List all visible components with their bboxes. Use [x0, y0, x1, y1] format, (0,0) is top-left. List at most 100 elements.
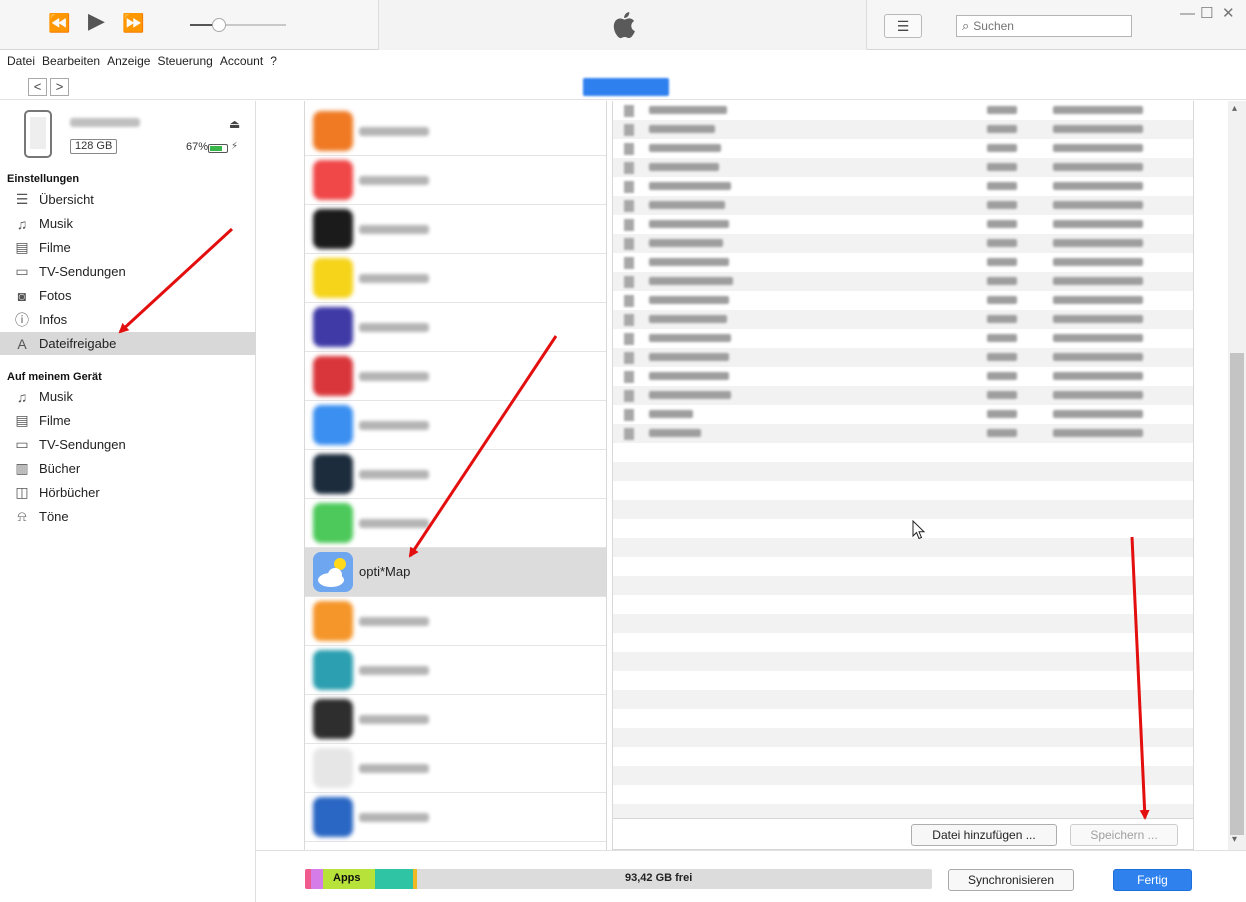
- menu-help[interactable]: ?: [270, 54, 277, 68]
- app-row[interactable]: [305, 646, 606, 695]
- app-row[interactable]: [305, 401, 606, 450]
- file-row[interactable]: [613, 101, 1193, 120]
- empty-row: [613, 633, 1193, 652]
- sync-button[interactable]: Synchronisieren: [948, 869, 1074, 891]
- mouse-pointer-icon: [912, 520, 926, 540]
- device-item-musik[interactable]: ♫ Musik: [0, 385, 256, 408]
- file-date-redacted: [1053, 315, 1143, 323]
- done-button[interactable]: Fertig: [1113, 869, 1192, 891]
- scrollbar-thumb[interactable]: [1230, 353, 1244, 835]
- app-label-redacted: [359, 470, 429, 479]
- file-row[interactable]: [613, 120, 1193, 139]
- close-icon[interactable]: ✕: [1222, 6, 1235, 21]
- scroll-down-arrow-icon[interactable]: ▾: [1232, 834, 1237, 845]
- file-row[interactable]: [613, 310, 1193, 329]
- file-name-redacted: [649, 182, 731, 190]
- minimize-icon[interactable]: —: [1180, 6, 1195, 21]
- file-date-redacted: [1053, 353, 1143, 361]
- settings-item-übersicht[interactable]: ☰ Übersicht: [0, 188, 256, 211]
- file-row[interactable]: [613, 253, 1193, 272]
- settings-item-musik[interactable]: ♫ Musik: [0, 212, 256, 235]
- device-item-filme[interactable]: ▤ Filme: [0, 409, 256, 432]
- file-row[interactable]: [613, 196, 1193, 215]
- app-row[interactable]: [305, 156, 606, 205]
- device-button[interactable]: [583, 78, 669, 96]
- bell-icon: ⍾: [17, 508, 27, 524]
- device-item-label: Hörbücher: [39, 485, 100, 500]
- file-icon: [624, 181, 634, 193]
- save-file-button[interactable]: Speichern ...: [1070, 824, 1178, 846]
- file-date-redacted: [1053, 106, 1143, 114]
- file-row[interactable]: [613, 386, 1193, 405]
- device-item-bücher[interactable]: ▥ Bücher: [0, 457, 256, 480]
- eject-icon[interactable]: ⏏: [229, 117, 240, 131]
- fast-forward-icon[interactable]: ⏩: [122, 14, 144, 32]
- file-row[interactable]: [613, 367, 1193, 386]
- app-row[interactable]: [305, 254, 606, 303]
- file-icon: [624, 295, 634, 307]
- settings-item-tv-sendungen[interactable]: ▭ TV-Sendungen: [0, 260, 256, 283]
- file-date-redacted: [1053, 220, 1143, 228]
- file-row[interactable]: [613, 177, 1193, 196]
- app-row[interactable]: [305, 303, 606, 352]
- play-icon[interactable]: ▶: [88, 10, 105, 32]
- app-row[interactable]: [305, 744, 606, 793]
- file-row[interactable]: [613, 158, 1193, 177]
- file-row[interactable]: [613, 291, 1193, 310]
- app-icon: [313, 307, 353, 347]
- forward-button[interactable]: >: [50, 78, 69, 96]
- file-date-redacted: [1053, 372, 1143, 380]
- file-size-redacted: [987, 106, 1017, 114]
- scroll-up-arrow-icon[interactable]: ▴: [1232, 103, 1237, 114]
- app-row[interactable]: [305, 205, 606, 254]
- vertical-scrollbar[interactable]: ▴ ▾: [1228, 101, 1246, 850]
- app-row[interactable]: [305, 499, 606, 548]
- search-input[interactable]: [973, 19, 1114, 33]
- list-view-button[interactable]: ☰: [884, 14, 922, 38]
- file-row[interactable]: [613, 348, 1193, 367]
- storage-segment: [413, 869, 417, 889]
- file-row[interactable]: [613, 272, 1193, 291]
- menu-bearbeiten[interactable]: Bearbeiten: [42, 54, 100, 68]
- settings-item-infos[interactable]: ⓘ Infos: [0, 308, 256, 331]
- app-label-redacted: [359, 323, 429, 332]
- app-row[interactable]: [305, 793, 606, 842]
- app-row[interactable]: [305, 107, 606, 156]
- file-row[interactable]: [613, 405, 1193, 424]
- settings-item-dateifreigabe[interactable]: A Dateifreigabe: [0, 332, 256, 355]
- app-row[interactable]: [305, 352, 606, 401]
- file-row[interactable]: [613, 234, 1193, 253]
- toolbar: ⏪ ▶ ⏩ ☰ ⌕ — ☐ ✕: [0, 0, 1246, 50]
- back-button[interactable]: <: [28, 78, 47, 96]
- menu-anzeige[interactable]: Anzeige: [107, 54, 150, 68]
- file-row[interactable]: [613, 215, 1193, 234]
- file-row[interactable]: [613, 424, 1193, 443]
- maximize-icon[interactable]: ☐: [1200, 6, 1213, 21]
- battery-icon: [208, 144, 228, 153]
- device-item-hörbücher[interactable]: ◫ Hörbücher: [0, 481, 256, 504]
- app-row[interactable]: [305, 450, 606, 499]
- menu-datei[interactable]: Datei: [7, 54, 35, 68]
- app-row[interactable]: [305, 597, 606, 646]
- file-date-redacted: [1053, 296, 1143, 304]
- app-row-optimap[interactable]: opti*Map: [305, 548, 606, 597]
- search-box[interactable]: ⌕: [956, 15, 1132, 37]
- device-item-tv-sendungen[interactable]: ▭ TV-Sendungen: [0, 433, 256, 456]
- volume-knob[interactable]: [211, 18, 226, 32]
- add-file-button[interactable]: Datei hinzufügen ...: [911, 824, 1057, 846]
- file-row[interactable]: [613, 329, 1193, 348]
- menu-steuerung[interactable]: Steuerung: [157, 54, 212, 68]
- settings-item-label: Infos: [39, 312, 68, 327]
- settings-item-fotos[interactable]: ◙ Fotos: [0, 284, 256, 307]
- empty-row: [613, 538, 1193, 557]
- file-row[interactable]: [613, 139, 1193, 158]
- rewind-icon[interactable]: ⏪: [48, 14, 70, 32]
- empty-row: [613, 766, 1193, 785]
- device-item-töne[interactable]: ⍾ Töne: [0, 505, 256, 528]
- menu-account[interactable]: Account: [220, 54, 263, 68]
- app-icon: [313, 650, 353, 690]
- file-size-redacted: [987, 410, 1017, 418]
- app-row[interactable]: [305, 695, 606, 744]
- app-label-redacted: [359, 813, 429, 822]
- settings-item-filme[interactable]: ▤ Filme: [0, 236, 256, 259]
